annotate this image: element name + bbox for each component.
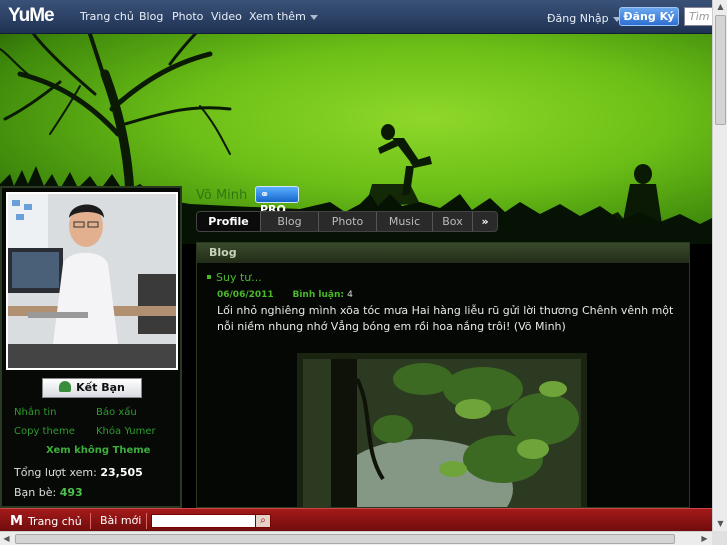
add-user-icon	[59, 381, 72, 392]
more-tabs-icon[interactable]: »	[473, 212, 497, 231]
blog-panel: Blog Suy tư... 06/06/2011 Bình luận: 4 L…	[196, 242, 690, 508]
nav-xem-them[interactable]: Xem thêm	[249, 10, 318, 23]
friends-stat: Bạn bè: 493	[14, 486, 83, 499]
total-views-stat: Tổng lượt xem: 23,505	[14, 466, 143, 479]
nav-video[interactable]: Video	[211, 10, 242, 23]
nav-photo[interactable]: Photo	[172, 10, 203, 23]
post-image-art	[303, 359, 581, 507]
login-link[interactable]: Đăng Nhập	[547, 12, 621, 25]
bottom-home-link[interactable]: M Trang chủ	[10, 514, 82, 529]
bottom-home-label: Trang chủ	[27, 515, 82, 528]
copy-theme-link[interactable]: Copy theme	[14, 426, 75, 437]
divider	[90, 513, 91, 529]
post-image[interactable]	[297, 353, 587, 507]
report-link[interactable]: Báo xấu	[96, 407, 137, 418]
comments-count: 4	[347, 290, 353, 300]
divider	[146, 513, 147, 529]
block-yumer-link[interactable]: Khóa Yumer	[96, 426, 156, 437]
horizontal-scroll-thumb[interactable]	[15, 534, 675, 544]
scrollbar-corner	[712, 531, 727, 545]
add-friend-label: Kết Bạn	[76, 381, 125, 394]
post-title-text: Suy tư...	[216, 271, 262, 284]
yume-m-icon: M	[10, 514, 23, 529]
tab-music[interactable]: Music	[377, 212, 433, 231]
tab-blog[interactable]: Blog	[261, 212, 319, 231]
comments-link[interactable]: Bình luận:	[292, 290, 343, 300]
login-label: Đăng Nhập	[547, 12, 609, 25]
nav-blog[interactable]: Blog	[139, 10, 163, 23]
register-button[interactable]: Đăng Ký	[619, 7, 679, 26]
scroll-left-icon[interactable]: ◀	[0, 532, 13, 545]
profile-photo[interactable]	[6, 192, 178, 370]
horizontal-scrollbar[interactable]: ◀ ▶	[0, 531, 712, 545]
add-friend-button[interactable]: Kết Bạn	[42, 378, 142, 398]
new-posts-link[interactable]: Bài mới	[100, 514, 141, 527]
total-views-value: 23,505	[100, 466, 143, 479]
pro-badge: ⚭ PRO	[255, 186, 299, 216]
vertical-scroll-thumb[interactable]	[715, 15, 726, 125]
blog-section-title: Blog	[197, 243, 689, 263]
friends-label: Bạn bè:	[14, 486, 57, 499]
tab-box[interactable]: Box	[433, 212, 473, 231]
tab-profile[interactable]: Profile	[197, 212, 261, 231]
chevron-down-icon	[309, 14, 318, 20]
profile-name[interactable]: Võ Minh	[196, 188, 247, 203]
vertical-scrollbar[interactable]: ▲ ▼	[712, 0, 727, 531]
scroll-right-icon[interactable]: ▶	[698, 532, 711, 545]
nav-xem-them-label: Xem thêm	[249, 10, 306, 23]
top-navigation-bar: YuMe Trang chủ Blog Photo Video Xem thêm…	[0, 0, 724, 34]
link-icon: ⚭	[260, 188, 270, 201]
bullet-icon	[207, 275, 211, 279]
view-without-theme-link[interactable]: Xem không Theme	[46, 445, 150, 456]
profile-tabs: Profile Blog Photo Music Box »	[196, 211, 498, 232]
tab-photo[interactable]: Photo	[319, 212, 377, 231]
total-views-label: Tổng lượt xem:	[14, 466, 97, 479]
bottom-search-input[interactable]	[151, 514, 256, 528]
post-body: Lối nhỏ nghiêng mình xõa tóc mưa Hai hàn…	[217, 304, 674, 333]
yume-logo[interactable]: YuMe	[8, 5, 55, 27]
scroll-up-icon[interactable]: ▲	[714, 0, 727, 13]
post-date: 06/06/2011	[217, 290, 274, 300]
message-link[interactable]: Nhắn tin	[14, 407, 57, 418]
nav-trang-chu[interactable]: Trang chủ	[80, 10, 134, 23]
friends-count-link[interactable]: 493	[60, 486, 83, 499]
search-icon[interactable]: ⌕	[255, 514, 271, 528]
post-meta: 06/06/2011 Bình luận: 4	[217, 290, 353, 300]
scroll-down-icon[interactable]: ▼	[714, 517, 727, 530]
profile-photo-image	[8, 194, 176, 368]
post-title-link[interactable]: Suy tư...	[207, 271, 262, 284]
bottom-toolbar: M Trang chủ Bài mới ⌕	[0, 508, 712, 532]
profile-sidebar: Kết Bạn Nhắn tin Báo xấu Copy theme Khóa…	[0, 186, 182, 508]
